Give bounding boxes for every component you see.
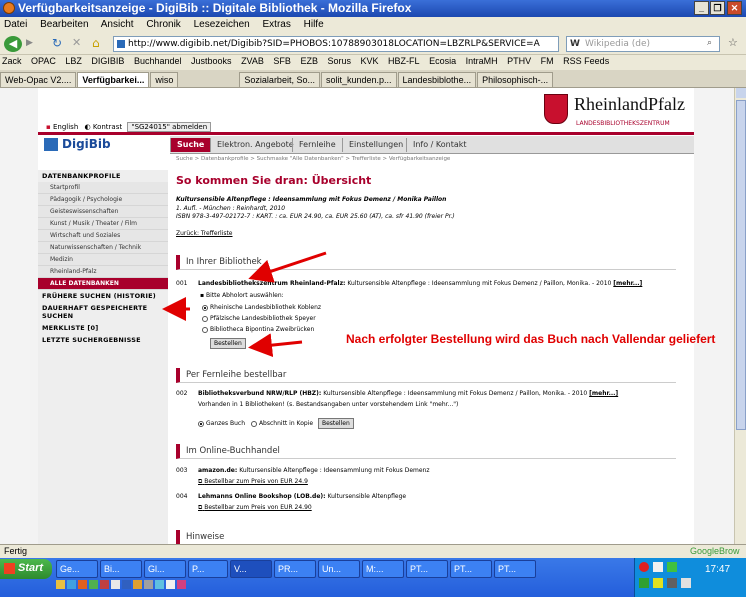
stop-icon[interactable]: ✕ bbox=[72, 36, 81, 49]
taskbar-button[interactable]: Un... bbox=[318, 560, 360, 578]
taskbar-button[interactable]: PR... bbox=[274, 560, 316, 578]
menu-chronik[interactable]: Chronik bbox=[146, 19, 180, 30]
tray-icon[interactable] bbox=[667, 578, 677, 588]
quicklaunch-icon[interactable] bbox=[177, 580, 186, 589]
menu-extras[interactable]: Extras bbox=[263, 19, 291, 30]
browser-tab[interactable]: solit_kunden.p... bbox=[320, 72, 397, 87]
arrow-to-library bbox=[248, 251, 327, 283]
bookmark-item[interactable]: EZB bbox=[300, 56, 318, 66]
quick-launch-bar bbox=[56, 580, 326, 594]
bookmark-item[interactable]: Zack bbox=[2, 56, 22, 66]
browser-tab[interactable]: wiso bbox=[150, 72, 179, 87]
back-icon[interactable]: ◀ bbox=[4, 36, 22, 52]
bookmark-star-icon[interactable]: ☆ bbox=[728, 36, 738, 49]
bookmark-item[interactable]: IntraMH bbox=[466, 56, 498, 66]
status-bar: Fertig GoogleBrow bbox=[0, 544, 746, 558]
browser-tab[interactable]: Web-Opac V2.... bbox=[0, 72, 77, 87]
taskbar: Start Ge... Bi... Gl... P... V... PR... … bbox=[0, 558, 746, 597]
windows-logo-icon bbox=[4, 563, 15, 574]
menu-datei[interactable]: Datei bbox=[4, 19, 27, 30]
scroll-up-icon[interactable] bbox=[736, 88, 746, 98]
tray-icon[interactable] bbox=[653, 562, 663, 572]
quicklaunch-icon[interactable] bbox=[56, 580, 65, 589]
menu-ansicht[interactable]: Ansicht bbox=[101, 19, 134, 30]
url-text: http://www.digibib.net/Digibib?SID=PHOBO… bbox=[128, 39, 540, 49]
tray-icon[interactable] bbox=[639, 578, 649, 588]
quicklaunch-icon[interactable] bbox=[67, 580, 76, 589]
browser-tab[interactable]: Sozialarbeit, So... bbox=[239, 72, 320, 87]
maximize-button[interactable]: ❐ bbox=[710, 1, 725, 15]
bookmark-item[interactable]: Ecosia bbox=[429, 56, 456, 66]
menu-bearbeiten[interactable]: Bearbeiten bbox=[40, 19, 88, 30]
annotation-arrows bbox=[162, 251, 327, 358]
site-icon bbox=[117, 40, 125, 48]
quicklaunch-icon[interactable] bbox=[155, 580, 164, 589]
taskbar-button[interactable]: PT... bbox=[494, 560, 536, 578]
taskbar-button-active[interactable]: V... bbox=[230, 560, 272, 578]
taskbar-button[interactable]: Gl... bbox=[144, 560, 186, 578]
taskbar-button[interactable]: PT... bbox=[450, 560, 492, 578]
bookmark-item[interactable]: DIGIBIB bbox=[91, 56, 124, 66]
bookmark-item[interactable]: RSS Feeds bbox=[563, 56, 609, 66]
bookmark-item[interactable]: LBZ bbox=[65, 56, 82, 66]
browser-tab[interactable]: Landesbiblothe... bbox=[397, 72, 477, 87]
tab-strip: Web-Opac V2.... Verfügbarkei... wiso Sozial… bbox=[0, 70, 746, 88]
quicklaunch-icon[interactable] bbox=[78, 580, 87, 589]
home-icon[interactable]: ⌂ bbox=[92, 36, 100, 50]
quicklaunch-icon[interactable] bbox=[122, 580, 131, 589]
forward-icon[interactable]: ▶ bbox=[26, 38, 33, 48]
tray-icon[interactable] bbox=[653, 578, 663, 588]
quicklaunch-icon[interactable] bbox=[100, 580, 109, 589]
bookmark-item[interactable]: KVK bbox=[361, 56, 379, 66]
url-bar[interactable]: http://www.digibib.net/Digibib?SID=PHOBO… bbox=[113, 36, 559, 52]
status-text: Fertig bbox=[4, 546, 28, 556]
search-input[interactable]: W Wikipedia (de) ⌕ bbox=[566, 36, 720, 52]
browser-tab[interactable]: Philosophisch-... bbox=[477, 72, 554, 87]
firefox-icon bbox=[3, 2, 15, 14]
quicklaunch-icon[interactable] bbox=[111, 580, 120, 589]
menu-bar: Datei Bearbeiten Ansicht Chronik Lesezei… bbox=[0, 17, 746, 33]
search-placeholder: Wikipedia (de) bbox=[585, 39, 651, 49]
bookmark-item[interactable]: Justbooks bbox=[191, 56, 232, 66]
bookmark-item[interactable]: SFB bbox=[273, 56, 291, 66]
search-icon[interactable]: ⌕ bbox=[707, 38, 712, 48]
bookmark-item[interactable]: ZVAB bbox=[241, 56, 264, 66]
status-right: GoogleBrow bbox=[690, 546, 740, 556]
bookmark-item[interactable]: Sorus bbox=[327, 56, 351, 66]
reload-icon[interactable]: ↻ bbox=[52, 36, 62, 50]
bookmark-item[interactable]: FM bbox=[541, 56, 554, 66]
window-title-bar: Verfügbarkeitsanzeige - DigiBib :: Digit… bbox=[0, 0, 746, 17]
bookmark-item[interactable]: PTHV bbox=[507, 56, 531, 66]
speaker-icon[interactable] bbox=[681, 578, 691, 588]
bookmark-item[interactable]: HBZ-FL bbox=[388, 56, 420, 66]
quicklaunch-icon[interactable] bbox=[133, 580, 142, 589]
quicklaunch-icon[interactable] bbox=[166, 580, 175, 589]
taskbar-button[interactable]: P... bbox=[188, 560, 228, 578]
taskbar-button[interactable]: Bi... bbox=[100, 560, 142, 578]
wikipedia-icon: W bbox=[570, 39, 580, 49]
taskbar-button[interactable]: M:... bbox=[362, 560, 404, 578]
arrow-to-order-button bbox=[248, 333, 303, 358]
start-button[interactable]: Start bbox=[0, 559, 52, 579]
vertical-scrollbar[interactable] bbox=[734, 88, 746, 544]
scroll-thumb[interactable] bbox=[736, 100, 746, 430]
browser-tab-active[interactable]: Verfügbarkei... bbox=[77, 72, 150, 87]
bookmarks-bar: Zack OPAC LBZ DIGIBIB Buchhandel Justboo… bbox=[0, 55, 746, 70]
taskbar-button[interactable]: PT... bbox=[406, 560, 448, 578]
quicklaunch-icon[interactable] bbox=[144, 580, 153, 589]
menu-lesezeichen[interactable]: Lesezeichen bbox=[194, 19, 250, 30]
minimize-button[interactable]: _ bbox=[694, 1, 709, 15]
tray-icon[interactable] bbox=[667, 562, 677, 572]
close-button[interactable]: ✕ bbox=[727, 1, 742, 15]
taskbar-button[interactable]: Ge... bbox=[56, 560, 98, 578]
menu-hilfe[interactable]: Hilfe bbox=[304, 19, 324, 30]
quicklaunch-icon[interactable] bbox=[89, 580, 98, 589]
window-title: Verfügbarkeitsanzeige - DigiBib :: Digit… bbox=[18, 1, 412, 15]
bookmark-item[interactable]: OPAC bbox=[31, 56, 56, 66]
tray-icon[interactable] bbox=[639, 562, 649, 572]
clock[interactable]: 17:47 bbox=[705, 564, 730, 575]
page-viewport: RheinlandPfalz LANDESBIBLIOTHEKSZENTRUM … bbox=[0, 88, 734, 544]
bookmark-item[interactable]: Buchhandel bbox=[134, 56, 182, 66]
